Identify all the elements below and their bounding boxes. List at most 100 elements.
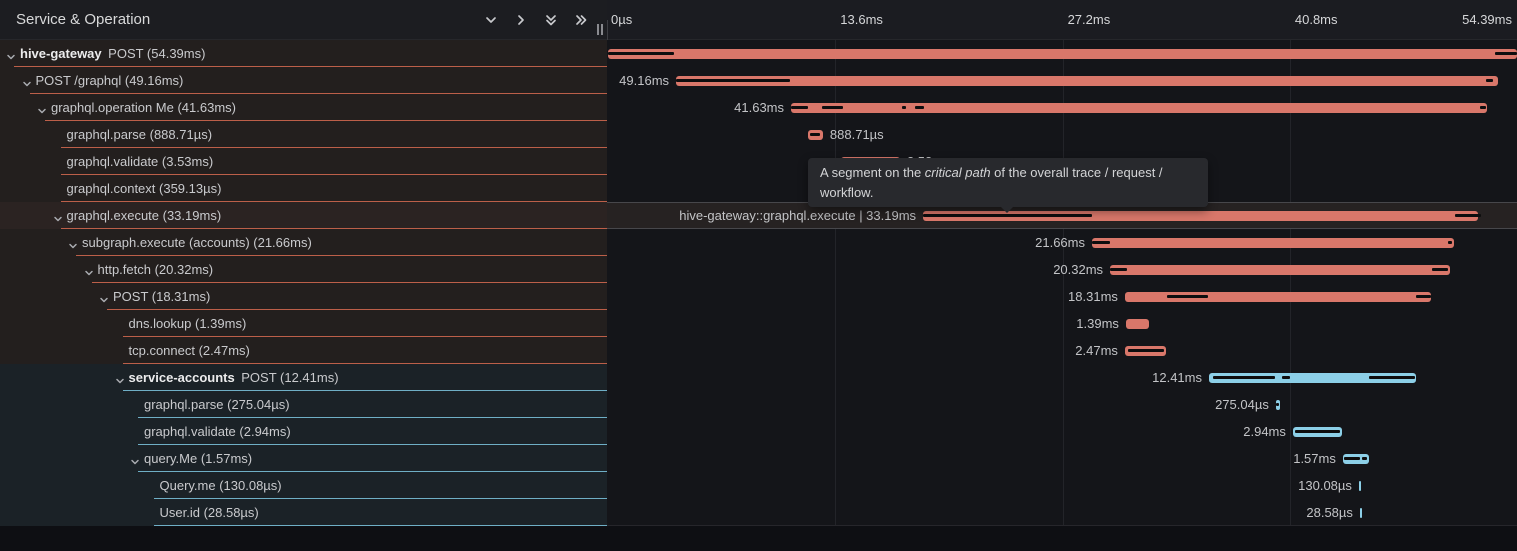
span-tree-row[interactable]: Query.me (130.08µs) bbox=[0, 472, 607, 499]
critical-path-segment[interactable] bbox=[1455, 214, 1481, 217]
tooltip-line2: workflow. bbox=[820, 183, 1196, 203]
span-tree-row[interactable]: User.id (28.58µs) bbox=[0, 499, 607, 526]
service-operation-header: Service & Operation bbox=[0, 0, 607, 40]
critical-path-segment[interactable] bbox=[1344, 457, 1360, 460]
span-duration-label: 28.58µs bbox=[1306, 499, 1353, 526]
span-name-label: graphql.parse (275.04µs) bbox=[144, 391, 290, 418]
span-tree-row[interactable]: graphql.validate (2.94ms) bbox=[0, 418, 607, 445]
critical-path-segment[interactable] bbox=[1282, 376, 1290, 379]
span-tree-row[interactable]: graphql.parse (888.71µs) bbox=[0, 121, 607, 148]
span-tree-row[interactable]: http.fetch (20.32ms) bbox=[0, 256, 607, 283]
critical-path-segment[interactable] bbox=[1110, 268, 1127, 271]
span-duration-label: 49.16ms bbox=[619, 67, 669, 94]
span-duration-bar[interactable] bbox=[1343, 454, 1369, 464]
span-duration-bar[interactable] bbox=[1125, 346, 1166, 356]
span-tree-row[interactable]: tcp.connect (2.47ms) bbox=[0, 337, 607, 364]
collapse-chevron-icon[interactable] bbox=[37, 103, 47, 113]
critical-path-segment[interactable] bbox=[791, 106, 808, 109]
panel-resize-grip-icon[interactable] bbox=[596, 24, 604, 35]
span-tree-row[interactable]: POST /graphql (49.16ms) bbox=[0, 67, 607, 94]
span-duration-bar[interactable] bbox=[676, 76, 1498, 86]
span-duration-bar[interactable] bbox=[1110, 265, 1450, 275]
span-duration-label: 2.47ms bbox=[1075, 337, 1118, 364]
ruler-tick-label: 13.6ms bbox=[840, 0, 883, 40]
timeline-ruler: 0µs13.6ms27.2ms40.8ms54.39ms bbox=[607, 0, 1517, 40]
timeline-row: 1.39ms bbox=[607, 310, 1517, 337]
double-chevron-down-icon[interactable] bbox=[543, 12, 559, 28]
span-duration-bar[interactable] bbox=[1276, 400, 1281, 410]
collapse-chevron-icon[interactable] bbox=[130, 454, 140, 464]
collapse-chevron-icon[interactable] bbox=[68, 238, 78, 248]
timeline-row: 21.66ms bbox=[607, 229, 1517, 256]
span-name-label: graphql.validate (3.53ms) bbox=[67, 148, 214, 175]
span-name-label: POST /graphql (49.16ms) bbox=[36, 67, 184, 94]
span-tree-row[interactable]: graphql.execute (33.19ms) bbox=[0, 202, 607, 229]
span-tree-row[interactable]: subgraph.execute (accounts) (21.66ms) bbox=[0, 229, 607, 256]
span-duration-bar[interactable] bbox=[1125, 292, 1431, 302]
critical-path-segment[interactable] bbox=[1128, 349, 1164, 352]
chevron-down-icon[interactable] bbox=[483, 12, 499, 28]
timeline-row bbox=[607, 40, 1517, 67]
critical-path-segment[interactable] bbox=[1276, 403, 1279, 406]
timeline-row: 2.47ms bbox=[607, 337, 1517, 364]
critical-path-segment[interactable] bbox=[1432, 268, 1448, 271]
span-tree-row[interactable]: service-accounts POST (12.41ms) bbox=[0, 364, 607, 391]
span-duration-bar[interactable] bbox=[1092, 238, 1454, 248]
span-tree-row[interactable]: graphql.operation Me (41.63ms) bbox=[0, 94, 607, 121]
double-chevron-right-icon[interactable] bbox=[573, 12, 589, 28]
critical-path-segment[interactable] bbox=[1362, 457, 1367, 460]
span-tree-row[interactable]: query.Me (1.57ms) bbox=[0, 445, 607, 472]
critical-path-segment[interactable] bbox=[1092, 241, 1110, 244]
timeline-row: 20.32ms bbox=[607, 256, 1517, 283]
span-duration-bar[interactable] bbox=[808, 130, 823, 140]
span-duration-bar[interactable] bbox=[1126, 319, 1149, 329]
span-name-label: subgraph.execute (accounts) (21.66ms) bbox=[82, 229, 312, 256]
span-duration-label: 2.94ms bbox=[1243, 418, 1286, 445]
chevron-right-icon[interactable] bbox=[513, 12, 529, 28]
span-tree-row[interactable]: graphql.context (359.13µs) bbox=[0, 175, 607, 202]
service-operation-title: Service & Operation bbox=[16, 0, 150, 40]
critical-path-segment[interactable] bbox=[810, 133, 821, 136]
span-duration-bar[interactable] bbox=[1209, 373, 1416, 383]
collapse-chevron-icon[interactable] bbox=[99, 292, 109, 302]
span-duration-bar[interactable] bbox=[791, 103, 1487, 113]
span-duration-label: 888.71µs bbox=[830, 121, 884, 148]
critical-path-segment[interactable] bbox=[1486, 79, 1493, 82]
critical-path-segment[interactable] bbox=[1213, 376, 1275, 379]
collapse-chevron-icon[interactable] bbox=[6, 49, 16, 59]
span-name-label: graphql.context (359.13µs) bbox=[67, 175, 222, 202]
critical-path-segment[interactable] bbox=[676, 79, 790, 82]
collapse-chevron-icon[interactable] bbox=[53, 211, 63, 221]
span-tree-row[interactable]: hive-gateway POST (54.39ms) bbox=[0, 40, 607, 67]
span-tree-row[interactable]: dns.lookup (1.39ms) bbox=[0, 310, 607, 337]
span-duration-bar[interactable] bbox=[1360, 508, 1363, 518]
span-tree-row[interactable]: POST (18.31ms) bbox=[0, 283, 607, 310]
critical-path-segment[interactable] bbox=[902, 106, 906, 109]
critical-path-segment[interactable] bbox=[1448, 241, 1452, 244]
critical-path-segment[interactable] bbox=[608, 52, 674, 55]
critical-path-segment[interactable] bbox=[1295, 430, 1340, 433]
critical-path-segment[interactable] bbox=[1480, 106, 1486, 109]
critical-path-segment[interactable] bbox=[923, 214, 1092, 217]
span-tree-row[interactable]: graphql.validate (3.53ms) bbox=[0, 148, 607, 175]
span-name-label: tcp.connect (2.47ms) bbox=[129, 337, 250, 364]
critical-path-segment[interactable] bbox=[1167, 295, 1208, 298]
span-tree-row[interactable]: graphql.parse (275.04µs) bbox=[0, 391, 607, 418]
critical-path-segment[interactable] bbox=[1416, 295, 1431, 298]
critical-path-segment[interactable] bbox=[915, 106, 924, 109]
span-duration-bar[interactable] bbox=[1293, 427, 1342, 437]
span-duration-bar[interactable] bbox=[608, 49, 1517, 59]
critical-path-segment[interactable] bbox=[822, 106, 843, 109]
span-duration-bar[interactable] bbox=[1359, 481, 1362, 491]
collapse-chevron-icon[interactable] bbox=[84, 265, 94, 275]
span-name-label: dns.lookup (1.39ms) bbox=[129, 310, 247, 337]
collapse-chevron-icon[interactable] bbox=[115, 373, 125, 383]
critical-path-segment[interactable] bbox=[1369, 376, 1415, 379]
collapse-chevron-icon[interactable] bbox=[22, 76, 32, 86]
span-name-label: graphql.validate (2.94ms) bbox=[144, 418, 291, 445]
critical-path-segment[interactable] bbox=[1495, 52, 1517, 55]
span-name-label: http.fetch (20.32ms) bbox=[98, 256, 214, 283]
ruler-tick-label: 0µs bbox=[611, 0, 632, 40]
span-name-label: graphql.parse (888.71µs) bbox=[67, 121, 213, 148]
span-duration-label: 130.08µs bbox=[1298, 472, 1352, 499]
